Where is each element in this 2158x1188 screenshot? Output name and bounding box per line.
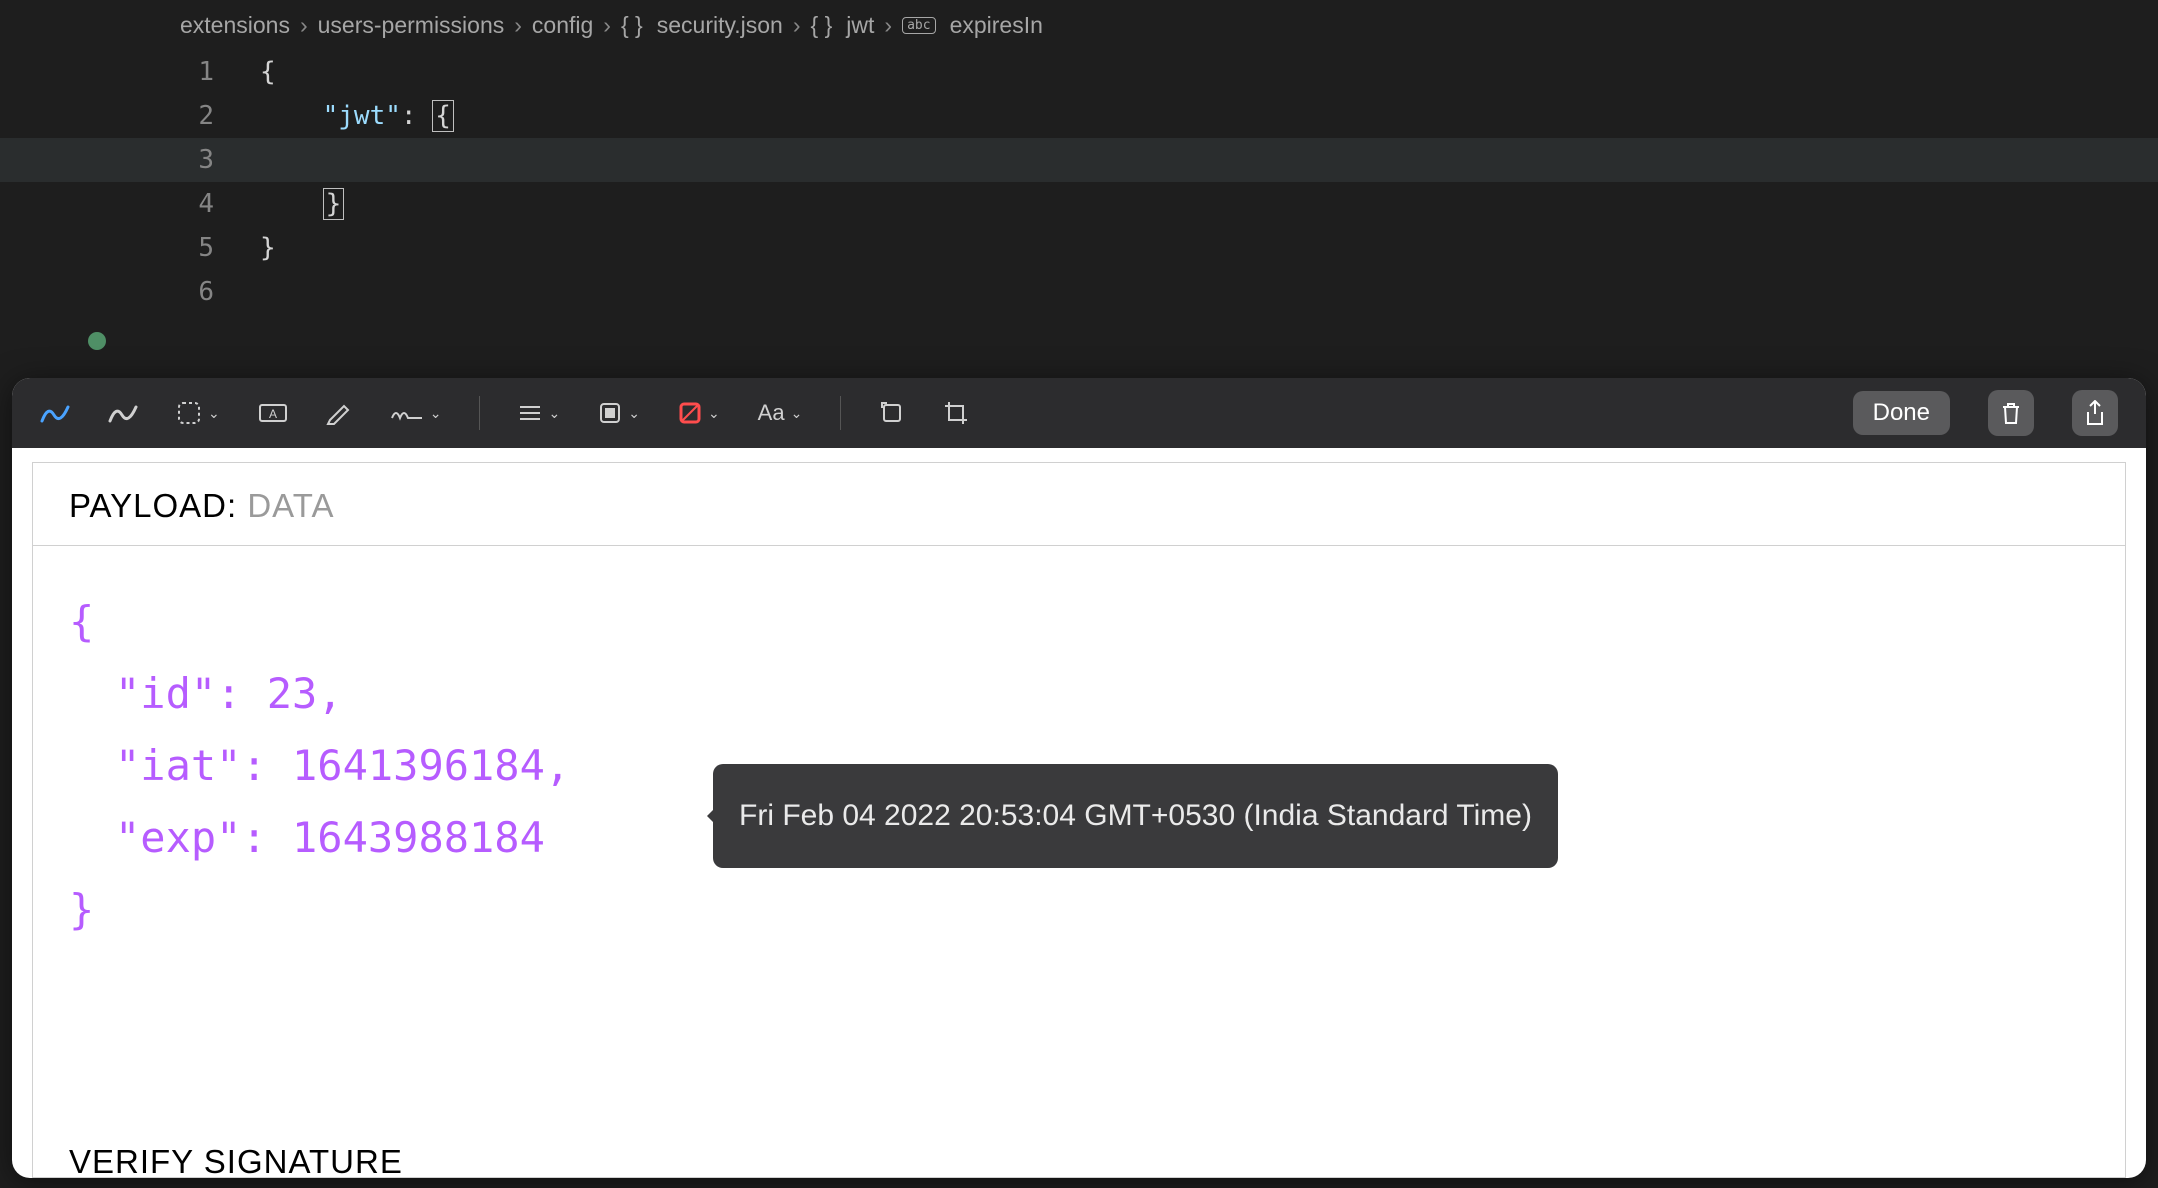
breadcrumb-item[interactable]: jwt xyxy=(846,12,874,39)
code-token: "jwt" xyxy=(323,101,401,131)
signature-icon[interactable]: ⌄ xyxy=(390,402,442,424)
string-abc-icon: abc xyxy=(902,17,935,34)
chevron-right-icon: › xyxy=(514,12,522,39)
markup-toolbar: ⌄ A ⌄ ⌄ ⌄ ⌄ Aa ⌄ Done xyxy=(12,378,2146,448)
line-number: 2 xyxy=(0,94,214,138)
text-style-icon[interactable]: Aa ⌄ xyxy=(758,400,803,426)
verify-signature-label: VERIFY SIGNATURE xyxy=(69,1143,403,1178)
json-braces-icon: { } xyxy=(621,12,643,39)
payload-panel: PAYLOAD: DATA { "id": 23, "iat": 1641396… xyxy=(32,462,2126,1178)
code-token: } xyxy=(323,188,345,220)
toolbar-separator xyxy=(840,396,841,430)
markup-preview-window: ⌄ A ⌄ ⌄ ⌄ ⌄ Aa ⌄ Done PAYLOAD: DATA { xyxy=(12,378,2146,1178)
payload-section-label: PAYLOAD: xyxy=(69,487,237,524)
shape-fill-icon[interactable]: ⌄ xyxy=(598,401,640,425)
payload-section-sublabel: DATA xyxy=(237,487,334,524)
done-button[interactable]: Done xyxy=(1853,391,1950,435)
chevron-right-icon: › xyxy=(603,12,611,39)
json-line: { xyxy=(69,586,2089,658)
line-number-gutter: 1 2 3 4 5 6 xyxy=(0,50,240,314)
line-number: 1 xyxy=(0,50,214,94)
breadcrumb-item[interactable]: users-permissions xyxy=(318,12,505,39)
crop-icon[interactable] xyxy=(943,400,969,426)
line-number: 3 xyxy=(0,138,214,182)
chevron-right-icon: › xyxy=(884,12,892,39)
timestamp-tooltip: Fri Feb 04 2022 20:53:04 GMT+0530 (India… xyxy=(713,764,1558,868)
chevron-right-icon: › xyxy=(300,12,308,39)
modified-indicator-icon xyxy=(88,332,106,350)
line-number: 4 xyxy=(0,182,214,226)
editor-pane: extensions › users-permissions › config … xyxy=(0,0,2158,376)
list-icon[interactable]: ⌄ xyxy=(518,403,560,423)
code-token: { xyxy=(260,57,276,87)
code-token: { xyxy=(432,100,454,132)
select-tool-icon[interactable]: ⌄ xyxy=(176,400,220,426)
toolbar-separator xyxy=(479,396,480,430)
payload-header: PAYLOAD: DATA xyxy=(33,463,2125,546)
current-line-highlight xyxy=(0,138,2158,182)
json-line: } xyxy=(69,874,2089,946)
chevron-down-icon: ⌄ xyxy=(628,405,640,422)
breadcrumb-item[interactable]: extensions xyxy=(180,12,290,39)
chevron-down-icon: ⌄ xyxy=(548,405,560,422)
chevron-down-icon: ⌄ xyxy=(430,405,442,422)
breadcrumb[interactable]: extensions › users-permissions › config … xyxy=(0,0,2158,50)
breadcrumb-item[interactable]: security.json xyxy=(657,12,783,39)
rotate-icon[interactable] xyxy=(879,400,905,426)
chevron-down-icon: ⌄ xyxy=(208,405,220,422)
pen-icon[interactable] xyxy=(40,401,70,425)
json-line: "id": 23, xyxy=(69,658,2089,730)
code-token: } xyxy=(260,233,276,263)
breadcrumb-item[interactable]: expiresIn xyxy=(950,12,1043,39)
chevron-right-icon: › xyxy=(793,12,801,39)
line-number: 6 xyxy=(0,270,214,314)
code-token: : xyxy=(401,101,417,131)
payload-json: { "id": 23, "iat": 1641396184, "exp": 16… xyxy=(33,546,2125,986)
trash-button[interactable] xyxy=(1988,390,2034,436)
stroke-color-icon[interactable]: ⌄ xyxy=(678,401,720,425)
code-editor[interactable]: 1 2 3 4 5 6 { "jwt": { "expiresIn": "1d"… xyxy=(0,50,2158,314)
marker-icon[interactable] xyxy=(108,401,138,425)
share-button[interactable] xyxy=(2072,390,2118,436)
breadcrumb-item[interactable]: config xyxy=(532,12,593,39)
chevron-down-icon: ⌄ xyxy=(791,405,803,422)
code-content[interactable]: { "jwt": { "expiresIn": "1d", } } xyxy=(260,50,2158,314)
text-box-icon[interactable]: A xyxy=(258,401,288,425)
highlight-icon[interactable] xyxy=(326,400,352,426)
json-braces-icon: { } xyxy=(811,12,833,39)
line-number: 5 xyxy=(0,226,214,270)
chevron-down-icon: ⌄ xyxy=(708,405,720,422)
svg-text:A: A xyxy=(269,407,277,421)
